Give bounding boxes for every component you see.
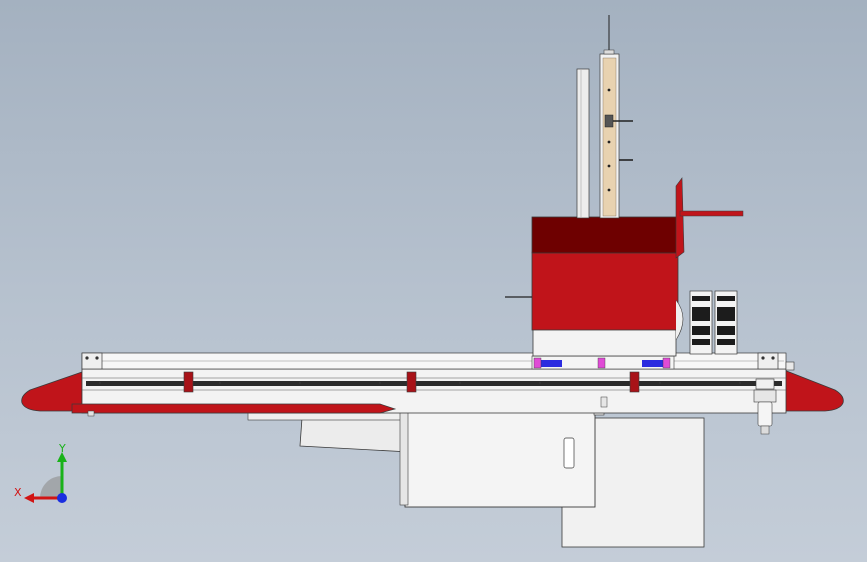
column-lock-knob-upper (604, 114, 614, 128)
spindle-dark-cap (531, 216, 679, 254)
carriage-bar (531, 355, 675, 370)
spindle-red-body (531, 251, 679, 331)
x-axis-arrow (24, 493, 34, 503)
column-left-post (576, 68, 590, 219)
z-axis-dot (57, 493, 67, 503)
rail-clamp-1 (183, 371, 194, 393)
main-bed (21, 352, 844, 417)
spindle-arm (679, 210, 744, 217)
spindle-lower-plate (532, 327, 677, 357)
rail-clamp-2 (406, 371, 417, 393)
cad-viewport[interactable] (0, 0, 867, 562)
x-axis-label: X (14, 486, 22, 499)
vertical-column (576, 15, 633, 219)
orientation-triad: Y X (14, 442, 67, 503)
bed-right-bracket (757, 352, 779, 370)
carriage-magenta-2 (597, 357, 606, 369)
cabinet-handle (563, 437, 575, 469)
bed-right-end-cap (783, 369, 844, 412)
switch-boxes[interactable] (689, 290, 738, 355)
carriage-blue-block-left (540, 360, 562, 367)
red-slide-extension (71, 403, 397, 414)
base-left-skirt (299, 417, 411, 453)
bed-left-bracket (81, 352, 103, 370)
carriage-blue-block-right (642, 360, 664, 367)
carriage-magenta-1 (533, 357, 542, 369)
carriage-magenta-3 (662, 357, 671, 369)
rail-clamp-3 (629, 371, 640, 393)
column-scale-strip (602, 57, 617, 217)
spindle-side-guard (675, 177, 685, 259)
y-axis-label: Y (58, 442, 66, 455)
